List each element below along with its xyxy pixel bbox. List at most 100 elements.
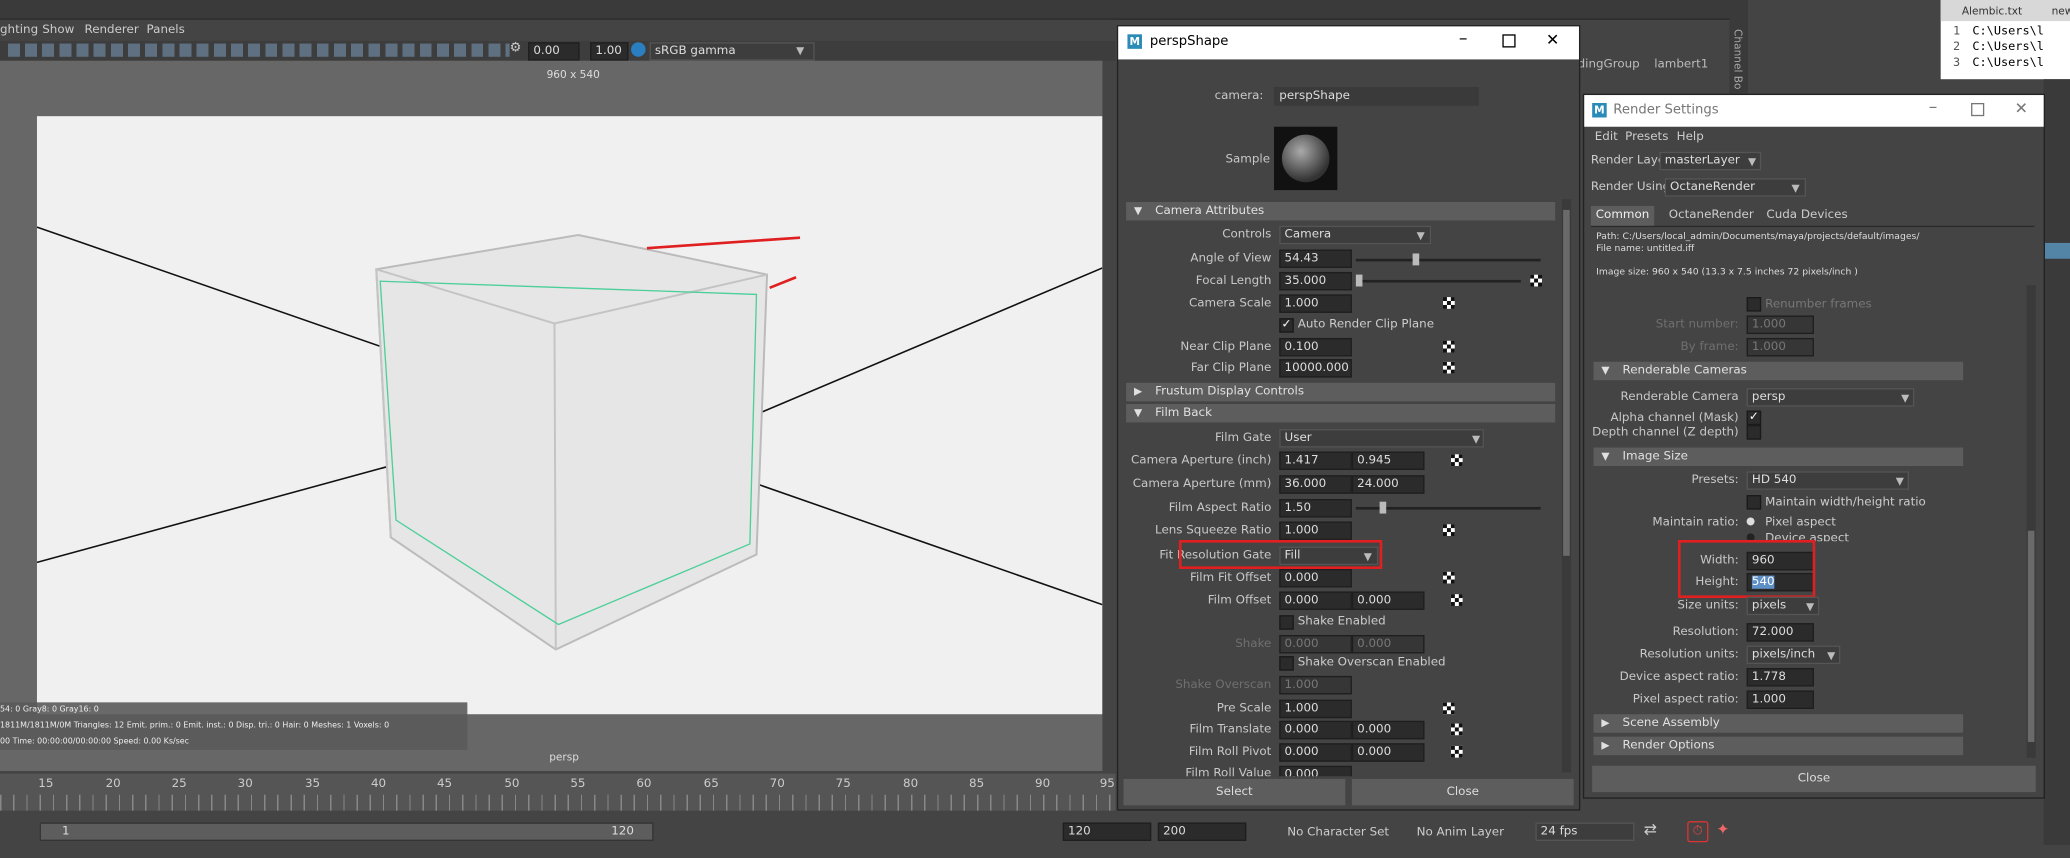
- roll-value-field[interactable]: 0.000: [1279, 765, 1352, 777]
- viewport[interactable]: 960 x 540 54: 0 Gray8: 0 Gray16: 0 1811M…: [0, 60, 1103, 771]
- angle-of-view-slider[interactable]: [1355, 253, 1541, 266]
- menu-renderer[interactable]: Renderer: [84, 20, 138, 41]
- section-film-back[interactable]: ▼ Film Back: [1126, 403, 1556, 423]
- section-frustum-display[interactable]: ▶ Frustum Display Controls: [1126, 382, 1556, 402]
- script-tab-alembic[interactable]: Alembic.txt: [1962, 5, 2022, 17]
- pixel-aspect-ratio-field[interactable]: 1.000: [1746, 690, 1814, 709]
- map-button-icon[interactable]: [1450, 454, 1463, 467]
- aperture-inch-x-field[interactable]: 1.417: [1279, 451, 1352, 470]
- shake-enabled-checkbox[interactable]: [1279, 615, 1294, 630]
- pixel-aspect-radio[interactable]: [1746, 517, 1755, 526]
- prefs-icon[interactable]: ✦: [1716, 820, 1729, 838]
- render-layer-dropdown[interactable]: masterLayer: [1659, 151, 1762, 171]
- menu-help[interactable]: Help: [1677, 131, 1704, 144]
- menu-lighting[interactable]: ghting: [0, 20, 38, 41]
- menu-panels[interactable]: Panels: [147, 20, 185, 41]
- far-clip-field[interactable]: 10000.000: [1279, 359, 1352, 378]
- section-render-options[interactable]: ▶ Render Options: [1593, 736, 1964, 756]
- map-button-icon[interactable]: [1530, 274, 1542, 287]
- scrollbar[interactable]: [1561, 199, 1572, 773]
- close-icon[interactable]: ✕: [1546, 30, 1559, 48]
- anim-layer-dropdown[interactable]: No Anim Layer: [1417, 826, 1504, 839]
- angle-of-view-field[interactable]: 54.43: [1279, 249, 1352, 269]
- film-offset-y-field[interactable]: 0.000: [1351, 591, 1425, 610]
- view-icons[interactable]: [7, 43, 510, 57]
- fit-offset-field[interactable]: 0.000: [1279, 569, 1352, 588]
- exposure-field[interactable]: 0.00: [528, 42, 580, 61]
- section-image-size[interactable]: ▼ Image Size: [1593, 447, 1964, 467]
- map-button-icon[interactable]: [1450, 745, 1463, 758]
- maintain-ratio-checkbox[interactable]: [1746, 495, 1762, 510]
- map-button-icon[interactable]: [1450, 723, 1463, 736]
- select-button[interactable]: Select: [1123, 778, 1346, 806]
- loop-icon[interactable]: ⇄: [1644, 820, 1657, 838]
- render-using-dropdown[interactable]: OctaneRender: [1664, 178, 1807, 197]
- close-icon[interactable]: ✕: [2015, 99, 2028, 117]
- focal-length-field[interactable]: 35.000: [1279, 271, 1352, 291]
- menu-presets[interactable]: Presets: [1625, 131, 1668, 144]
- renderable-camera-dropdown[interactable]: persp: [1746, 388, 1915, 407]
- near-clip-field[interactable]: 0.100: [1279, 337, 1352, 357]
- shake-overscan-checkbox[interactable]: [1279, 656, 1294, 671]
- auto-clip-checkbox[interactable]: ✓: [1279, 318, 1294, 333]
- presets-dropdown[interactable]: HD 540: [1746, 471, 1910, 490]
- map-button-icon[interactable]: [1442, 702, 1455, 715]
- aperture-mm-x-field[interactable]: 36.000: [1279, 475, 1352, 494]
- focal-length-slider[interactable]: [1355, 274, 1521, 287]
- depth-channel-checkbox[interactable]: [1746, 425, 1762, 440]
- film-gate-dropdown[interactable]: User: [1279, 429, 1484, 448]
- gamma-field[interactable]: 1.00: [590, 42, 629, 61]
- camera-scale-field[interactable]: 1.000: [1279, 294, 1352, 313]
- aperture-inch-y-field[interactable]: 0.945: [1351, 451, 1425, 470]
- pre-scale-field[interactable]: 1.000: [1279, 699, 1352, 719]
- camera-name-field[interactable]: perspShape: [1273, 87, 1479, 106]
- close-button[interactable]: Close: [1592, 765, 2036, 793]
- film-translate-y-field[interactable]: 0.000: [1351, 720, 1425, 740]
- tab-shading-group[interactable]: dingGroup: [1578, 58, 1640, 71]
- map-button-icon[interactable]: [1442, 340, 1455, 353]
- resolution-field[interactable]: 72.000: [1746, 623, 1814, 642]
- maximize-icon[interactable]: [1971, 102, 1985, 117]
- scrollbar[interactable]: [2026, 285, 2036, 758]
- tab-cuda-devices[interactable]: Cuda Devices: [1766, 209, 1847, 222]
- film-aspect-field[interactable]: 1.50: [1279, 499, 1352, 518]
- map-button-icon[interactable]: [1442, 524, 1455, 537]
- end-time-field[interactable]: 120: [1062, 822, 1152, 841]
- script-tab-new[interactable]: new: [2052, 5, 2070, 17]
- aperture-mm-y-field[interactable]: 24.000: [1351, 475, 1425, 494]
- lens-squeeze-field[interactable]: 1.000: [1279, 521, 1352, 540]
- map-button-icon[interactable]: [1442, 361, 1455, 374]
- auto-key-icon[interactable]: ⏱: [1687, 821, 1709, 843]
- roll-pivot-y-field[interactable]: 0.000: [1351, 743, 1425, 762]
- renumber-checkbox[interactable]: [1746, 297, 1762, 312]
- alpha-channel-checkbox[interactable]: ✓: [1746, 410, 1762, 426]
- colorspace-dropdown[interactable]: sRGB gamma: [649, 42, 815, 61]
- range-slider[interactable]: 1 120: [39, 822, 654, 841]
- controls-dropdown[interactable]: Camera: [1279, 225, 1432, 245]
- time-slider[interactable]: 15 20 25 30 35 40 45 50 55 60 65 70 75 8…: [0, 773, 1116, 811]
- map-button-icon[interactable]: [1442, 571, 1455, 584]
- minimize-icon[interactable]: –: [1929, 98, 1938, 118]
- film-offset-x-field[interactable]: 0.000: [1279, 591, 1352, 610]
- film-aspect-slider[interactable]: [1355, 501, 1541, 514]
- menu-edit[interactable]: Edit: [1595, 131, 1618, 144]
- section-camera-attributes[interactable]: ▼ Camera Attributes: [1126, 201, 1556, 221]
- tab-common[interactable]: Common: [1590, 205, 1655, 226]
- map-button-icon[interactable]: [1450, 594, 1463, 606]
- roll-pivot-x-field[interactable]: 0.000: [1279, 743, 1352, 762]
- map-button-icon[interactable]: [1442, 297, 1455, 309]
- section-renderable-cameras[interactable]: ▼ Renderable Cameras: [1593, 361, 1964, 381]
- film-translate-x-field[interactable]: 0.000: [1279, 720, 1352, 740]
- section-scene-assembly[interactable]: ▶ Scene Assembly: [1593, 714, 1964, 733]
- tab-lambert1[interactable]: lambert1: [1654, 58, 1708, 71]
- device-aspect-ratio-field[interactable]: 1.778: [1746, 668, 1814, 687]
- menu-show[interactable]: Show: [42, 20, 74, 41]
- playback-end-field[interactable]: 200: [1157, 822, 1247, 841]
- tab-octanerender[interactable]: OctaneRender: [1669, 209, 1754, 222]
- character-set-dropdown[interactable]: No Character Set: [1287, 826, 1389, 839]
- maximize-icon[interactable]: [1502, 34, 1516, 48]
- minimize-icon[interactable]: –: [1459, 29, 1468, 49]
- sample-swatch[interactable]: [1273, 126, 1338, 191]
- fps-dropdown[interactable]: 24 fps: [1535, 822, 1635, 841]
- close-button[interactable]: Close: [1351, 778, 1574, 806]
